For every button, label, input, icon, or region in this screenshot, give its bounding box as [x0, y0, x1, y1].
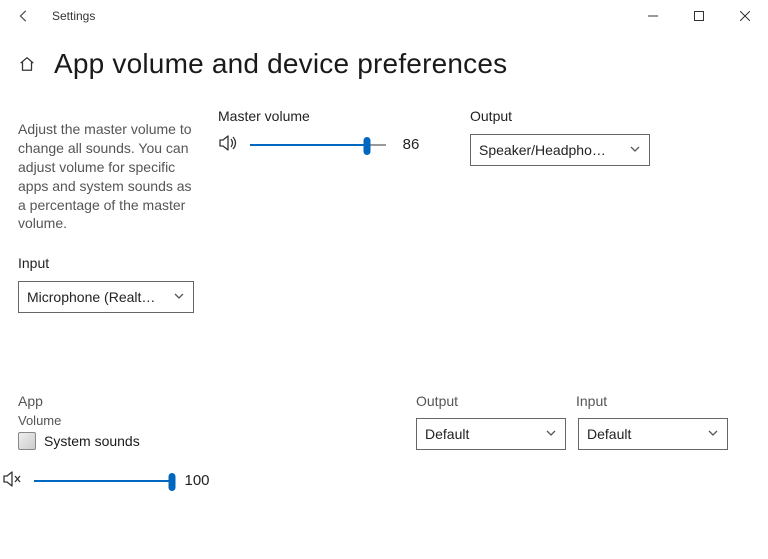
app-volume-value: 100	[182, 472, 212, 489]
chevron-down-icon	[545, 426, 557, 442]
output-label: Output	[470, 108, 650, 124]
header-output: Output	[416, 393, 576, 409]
close-button[interactable]	[722, 0, 768, 32]
app-row: Volume System sounds Default Default	[18, 417, 750, 450]
page-header: App volume and device preferences	[18, 48, 750, 80]
app-name: System sounds	[44, 433, 140, 449]
page-title: App volume and device preferences	[54, 48, 507, 80]
home-button[interactable]	[18, 54, 38, 74]
maximize-button[interactable]	[676, 0, 722, 32]
chevron-down-icon	[173, 289, 185, 305]
chevron-down-icon	[707, 426, 719, 442]
maximize-icon	[694, 11, 704, 21]
header-input: Input	[576, 393, 736, 409]
header-volume: Volume	[18, 413, 416, 428]
master-volume-value: 86	[396, 136, 426, 153]
app-volume-slider[interactable]	[34, 471, 172, 491]
speaker-icon	[218, 134, 240, 155]
page-description: Adjust the master volume to change all s…	[18, 108, 196, 233]
app-input-value: Default	[587, 426, 701, 442]
master-volume-label: Master volume	[218, 108, 426, 124]
close-icon	[740, 11, 750, 21]
minimize-button[interactable]	[630, 0, 676, 32]
app-list-headers: App Output Input	[18, 393, 750, 409]
speaker-mute-icon	[2, 470, 24, 491]
window-controls	[630, 0, 768, 32]
master-volume-slider[interactable]	[250, 135, 386, 155]
system-sounds-icon	[18, 432, 36, 450]
input-select[interactable]: Microphone (Realt…	[18, 281, 194, 313]
input-label: Input	[18, 255, 750, 271]
app-output-value: Default	[425, 426, 539, 442]
app-input-select[interactable]: Default	[578, 418, 728, 450]
output-select[interactable]: Speaker/Headpho…	[470, 134, 650, 166]
home-icon	[18, 55, 36, 73]
header-app: App	[18, 393, 416, 409]
app-output-select[interactable]: Default	[416, 418, 566, 450]
window-title: Settings	[52, 9, 95, 23]
output-select-value: Speaker/Headpho…	[479, 142, 623, 158]
arrow-left-icon	[17, 9, 31, 23]
minimize-icon	[648, 11, 658, 21]
chevron-down-icon	[629, 142, 641, 158]
back-button[interactable]	[8, 0, 40, 32]
titlebar: Settings	[0, 0, 768, 32]
input-select-value: Microphone (Realt…	[27, 289, 167, 305]
